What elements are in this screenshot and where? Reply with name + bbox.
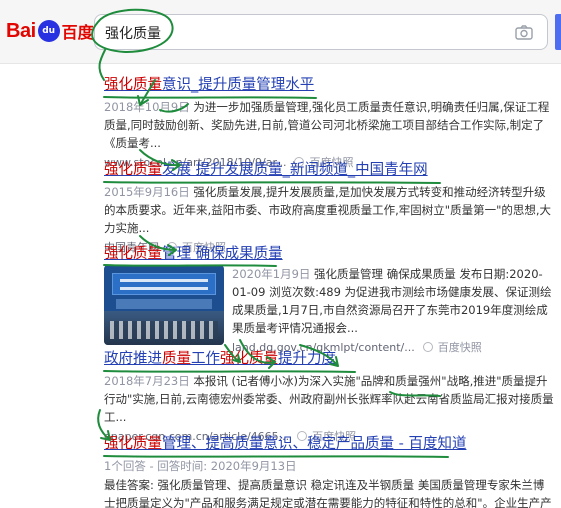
title-rest: 管理、提高质量意识、稳定产品质量 - 百度知道 <box>162 436 467 452</box>
search-result: 强化质量管理、提高质量意识、稳定产品质量 - 百度知道 1个回答 - 回答时间:… <box>104 434 554 508</box>
result-abstract: 2015年9月16日 强化质量发展,提升发展质量,是加快发展方式转变和推动经济转… <box>104 183 554 237</box>
search-button-edge[interactable] <box>555 14 561 50</box>
result-abstract: 2018年7月23日 本报讯 (记者傅小冰)为深入实施"品牌和质量强州"战略,推… <box>104 372 554 426</box>
result-meta: 1个回答 - 回答时间: 2020年9月13日 <box>104 459 297 473</box>
title-part: 政府推进 <box>104 351 162 367</box>
result-abstract: 2018年10月9日 为进一步加强质量管理,强化员工质量责任意识,明确责任归属,… <box>104 98 554 152</box>
result-abstract: 2020年1月9日 强化质量管理 确保成果质量 发布日期:2020-01-09 … <box>232 265 554 337</box>
search-result: 强化质量管理 确保成果质量 <box>104 244 554 264</box>
result-title-link[interactable]: 强化质量发展 提升发展质量_新闻频道_中国青年网 <box>104 160 554 180</box>
result-thumbnail-image[interactable] <box>104 265 224 345</box>
result-abstract: 最佳答案: 强化质量管理、提高质量意识 稳定讯连及半钢质量 美国质量管理专家朱兰… <box>104 478 552 508</box>
result-title-link[interactable]: 强化质量意识_提升质量管理水平 <box>104 75 554 95</box>
baidu-logo[interactable]: Bai du 百度 <box>6 18 94 44</box>
title-highlight: 强化质量 <box>104 246 162 262</box>
title-highlight: 强化质量 <box>104 162 162 178</box>
result-title-link[interactable]: 强化质量管理 确保成果质量 <box>104 244 554 264</box>
logo-cn-text: 百度 <box>61 23 94 42</box>
thumbnail-people <box>110 321 218 339</box>
result-date: 2018年10月9日 <box>104 100 190 114</box>
title-part: 提升力度 <box>278 351 336 367</box>
search-box[interactable] <box>94 14 548 50</box>
result-title-link[interactable]: 强化质量管理、提高质量意识、稳定产品质量 - 百度知道 <box>104 434 554 454</box>
search-input[interactable] <box>105 22 505 44</box>
search-result: 政府推进质量工作强化质量提升力度 2018年7月23日 本报讯 (记者傅小冰)为… <box>104 349 554 444</box>
result-side-content: 2020年1月9日 强化质量管理 确保成果质量 发布日期:2020-01-09 … <box>232 265 554 355</box>
title-highlight: 强化质量 <box>104 77 162 93</box>
logo-bai-text: Bai <box>6 19 36 42</box>
thumbnail-banner <box>112 273 216 295</box>
title-rest: 管理 确保成果质量 <box>162 246 283 262</box>
thumbnail-stage <box>116 299 212 309</box>
title-rest: 发展 提升发展质量_新闻频道_中国青年网 <box>162 162 428 178</box>
result-title-link[interactable]: 政府推进质量工作强化质量提升力度 <box>104 349 554 369</box>
result-date: 2018年7月23日 <box>104 374 190 388</box>
title-highlight: 质量 <box>162 351 191 367</box>
camera-icon[interactable] <box>515 25 533 40</box>
title-part: 工作 <box>191 351 220 367</box>
title-highlight: 强化质量 <box>220 351 278 367</box>
search-header: Bai du 百度 <box>0 0 561 64</box>
search-result: 强化质量意识_提升质量管理水平 2018年10月9日 为进一步加强质量管理,强化… <box>104 75 554 170</box>
result-date: 2020年1月9日 <box>232 267 311 281</box>
title-highlight: 强化质量 <box>104 436 162 452</box>
result-date: 2015年9月16日 <box>104 185 190 199</box>
logo-paw-icon: du <box>37 20 60 42</box>
title-rest: 意识_提升质量管理水平 <box>162 77 315 93</box>
search-result: 强化质量发展 提升发展质量_新闻频道_中国青年网 2015年9月16日 强化质量… <box>104 160 554 255</box>
